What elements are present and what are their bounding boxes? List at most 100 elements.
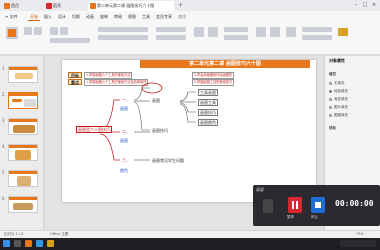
browser-icon[interactable] bbox=[36, 240, 43, 247]
menu-design[interactable]: 设计 bbox=[56, 13, 68, 21]
taskbar bbox=[0, 238, 380, 250]
thumb-title-bar bbox=[9, 171, 37, 174]
thumb-content bbox=[15, 150, 31, 160]
mindmap-root[interactable]: 画图里六十图技巧 bbox=[76, 126, 112, 133]
side-node: 画图 bbox=[120, 138, 128, 143]
stop-button[interactable] bbox=[311, 197, 325, 213]
thumb-content bbox=[13, 125, 35, 133]
camera-icon[interactable] bbox=[263, 199, 273, 213]
menu-slideshow[interactable]: 放映 bbox=[98, 13, 110, 21]
tab-bar: 首页 稻壳 第二单元第二课 画图技巧六十图 + – □ × bbox=[0, 0, 380, 11]
fill-option[interactable]: 渐变填充 bbox=[329, 97, 348, 102]
recorder-title: 录屏 bbox=[256, 187, 264, 192]
radio-icon bbox=[329, 97, 332, 101]
menu-insert[interactable]: 插入 bbox=[42, 13, 54, 21]
branch-1[interactable]: 一、 bbox=[122, 97, 130, 102]
file-menu[interactable]: ≡ 文件 bbox=[3, 13, 20, 21]
minimize-button[interactable]: – bbox=[352, 2, 360, 9]
thumb-number: 4 bbox=[2, 144, 5, 149]
leaf-node[interactable]: 工具画图 bbox=[198, 89, 218, 96]
toolbar-icons bbox=[6, 27, 348, 43]
menu-animation[interactable]: 动画 bbox=[84, 13, 96, 21]
pause-icon bbox=[296, 201, 298, 209]
slide-counter: 幻灯片 2 / 8 bbox=[4, 232, 24, 236]
thumb-content bbox=[12, 99, 22, 102]
thumb-number: 6 bbox=[2, 196, 5, 201]
side-node: 画图 bbox=[120, 106, 128, 111]
ribbon: ≡ 文件 开始 插入 设计 切换 动画 放映 审阅 视图 工具 会员专享 查找 bbox=[0, 11, 380, 55]
theme-name: Office 主题 bbox=[50, 232, 69, 236]
leaf-node[interactable]: 画图颜色 bbox=[198, 119, 218, 126]
system-tray[interactable] bbox=[340, 240, 376, 247]
start-icon[interactable] bbox=[3, 240, 10, 247]
thumb-content bbox=[24, 99, 36, 107]
mid-node[interactable]: 画图常见学生问题 bbox=[152, 158, 184, 163]
pause-icon bbox=[292, 201, 294, 209]
menu-home[interactable]: 开始 bbox=[28, 13, 40, 21]
presentation-icon bbox=[90, 3, 96, 9]
tab-label: 首页 bbox=[11, 3, 19, 8]
close-button[interactable]: × bbox=[370, 2, 378, 9]
thumb-number: 3 bbox=[2, 118, 5, 123]
docer-icon bbox=[46, 3, 52, 9]
thumb-number: 1 bbox=[2, 66, 5, 71]
leaf-node[interactable]: 画图工具 bbox=[198, 99, 218, 106]
new-tab-button[interactable]: + bbox=[178, 1, 183, 10]
thumb-content bbox=[13, 203, 33, 210]
slide-thumbnail-5[interactable] bbox=[8, 170, 38, 187]
status-bar: 幻灯片 2 / 8 Office 主题 73% bbox=[0, 230, 380, 238]
mid-node[interactable]: 画图技巧 bbox=[152, 128, 168, 133]
slide-thumbnail-6[interactable] bbox=[8, 196, 38, 213]
current-slide[interactable]: 第二单元第二课 画图技巧六十图 目标 1.掌握画图六个工具的使用方法 2.学会用… bbox=[62, 60, 316, 202]
option-label: 无填充 bbox=[334, 81, 345, 85]
search-icon[interactable] bbox=[14, 240, 21, 247]
wps-icon[interactable] bbox=[25, 240, 32, 247]
branch-3[interactable]: 三、 bbox=[122, 157, 130, 162]
branch-2[interactable]: 二、 bbox=[122, 129, 130, 134]
fill-option[interactable]: 图案填充 bbox=[329, 113, 348, 118]
radio-icon bbox=[329, 81, 332, 85]
option-label: 图案填充 bbox=[334, 113, 348, 117]
tab-label: 稻壳 bbox=[53, 3, 61, 8]
slide-thumbnail-2[interactable] bbox=[8, 92, 38, 109]
menu-transition[interactable]: 切换 bbox=[70, 13, 82, 21]
tab-document[interactable]: 第二单元第二课 画图技巧六十图 bbox=[88, 1, 174, 11]
thumb-title-bar bbox=[9, 145, 37, 148]
option-label: 纯色填充 bbox=[334, 89, 348, 93]
home-icon bbox=[4, 3, 10, 9]
radio-icon bbox=[329, 105, 332, 109]
fill-option[interactable]: 图片填充 bbox=[329, 105, 348, 110]
maximize-button[interactable]: □ bbox=[361, 2, 369, 9]
pause-label: 暂停 bbox=[287, 215, 294, 219]
stop-label: 停止 bbox=[311, 215, 318, 219]
thumb-content bbox=[15, 73, 33, 79]
thumb-title-bar bbox=[9, 197, 37, 200]
menu-member[interactable]: 会员专享 bbox=[154, 13, 174, 21]
mid-node[interactable]: 画图 bbox=[152, 98, 160, 103]
thumb-title-bar bbox=[9, 93, 37, 96]
option-label: 渐变填充 bbox=[334, 97, 348, 101]
thumb-number: 5 bbox=[2, 170, 5, 175]
tab-label: 第二单元第二课 画图技巧六十图 bbox=[97, 3, 155, 8]
search-box[interactable]: 查找 bbox=[176, 13, 188, 21]
root-label: 画图里六十图技巧 bbox=[78, 127, 110, 132]
tab-docer[interactable]: 稻壳 bbox=[44, 1, 84, 11]
slide-thumbnail-1[interactable] bbox=[8, 66, 38, 83]
option-label: 图片填充 bbox=[334, 105, 348, 109]
stop-icon bbox=[315, 202, 321, 208]
fill-option[interactable]: 纯色填充 bbox=[329, 89, 348, 94]
slide-thumbnail-4[interactable] bbox=[8, 144, 38, 161]
tab-home[interactable]: 首页 bbox=[2, 1, 42, 11]
menu-view[interactable]: 视图 bbox=[126, 13, 138, 21]
menu-review[interactable]: 审阅 bbox=[112, 13, 124, 21]
menu-tools[interactable]: 工具 bbox=[140, 13, 152, 21]
fill-section-label: 填充 bbox=[329, 72, 336, 76]
folder-icon[interactable] bbox=[47, 240, 54, 247]
radio-icon bbox=[329, 113, 332, 117]
thumb-title-bar bbox=[9, 67, 37, 70]
zoom-level[interactable]: 73% bbox=[356, 231, 364, 238]
leaf-node[interactable]: 画图技巧 bbox=[198, 109, 218, 116]
pause-button[interactable] bbox=[288, 197, 302, 213]
slide-thumbnail-3[interactable] bbox=[8, 118, 38, 135]
fill-option[interactable]: 无填充 bbox=[329, 81, 345, 86]
